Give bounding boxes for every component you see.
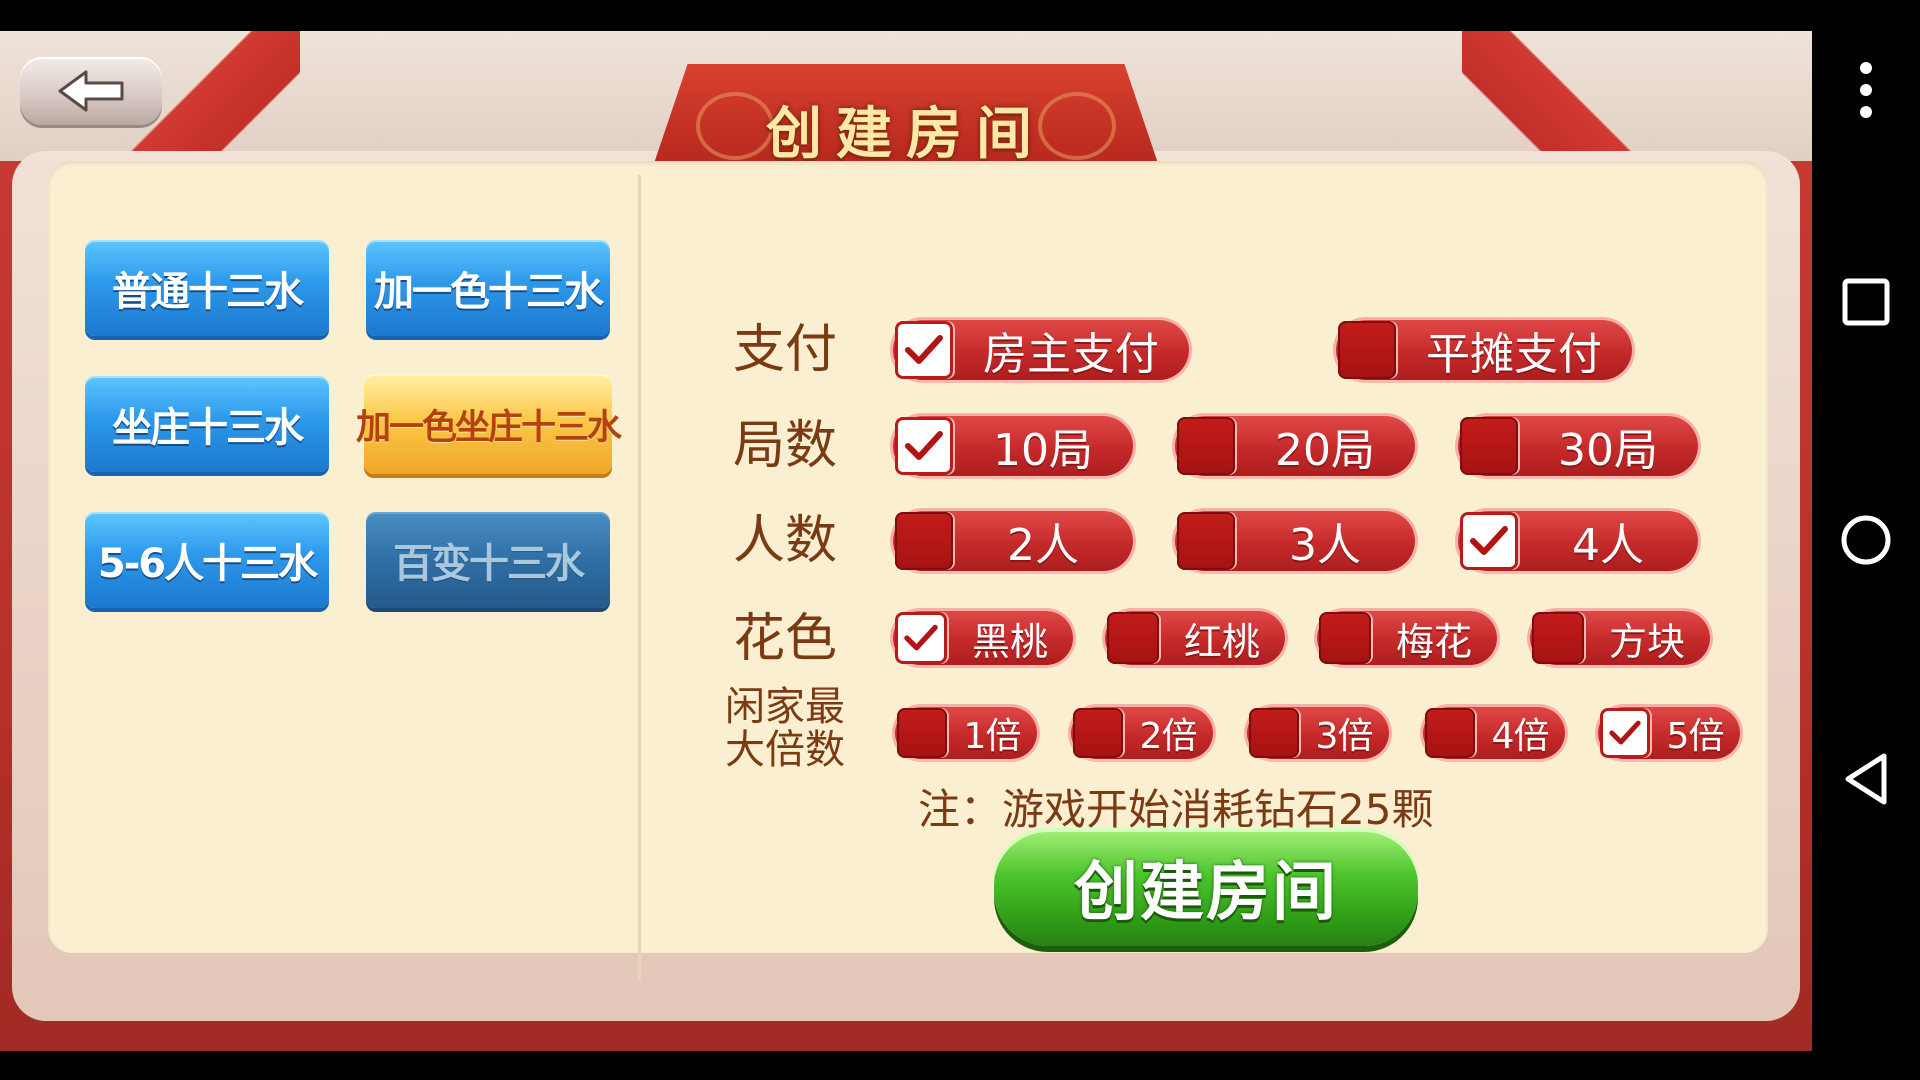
checkbox[interactable] [1425,708,1475,758]
checkbox[interactable] [1338,321,1396,379]
checkbox[interactable] [1177,417,1235,475]
multiplier-option-5[interactable]: 5倍 [1598,707,1740,759]
checkmark-icon [904,624,938,651]
option-label: 红桃 [1183,619,1260,664]
back-arrow-icon [58,70,124,112]
players-option-3[interactable]: 3人 [1175,511,1415,571]
back-icon[interactable] [1812,752,1920,806]
option-label: 4人 [1572,520,1644,571]
rounds-option-30[interactable]: 30局 [1458,416,1698,476]
checkbox[interactable] [1460,512,1518,570]
option-label: 1倍 [963,716,1022,757]
checkbox[interactable] [1460,417,1518,475]
multiplier-option-4[interactable]: 4倍 [1423,707,1565,759]
checkmark-icon [1609,720,1641,745]
home-icon[interactable] [1812,514,1920,566]
create-room-button[interactable]: 创建房间 [994,828,1418,946]
option-label: 2倍 [1139,716,1198,757]
option-label: 黑桃 [971,619,1048,664]
mode-button-normal[interactable]: 普通十三水 [85,240,329,336]
mode-button-5-6-players[interactable]: 5-6人十三水 [85,512,329,608]
more-vert-icon[interactable] [1812,60,1920,120]
option-label: 平摊支付 [1426,329,1602,380]
checkbox[interactable] [1600,708,1650,758]
multiplier-option-1[interactable]: 1倍 [895,707,1037,759]
mode-button-wildcard[interactable]: 百变十三水 [366,512,610,608]
mode-button-banker[interactable]: 坐庄十三水 [85,376,329,472]
mode-button-plus-one-color[interactable]: 加一色十三水 [366,240,610,336]
multiplier-option-2[interactable]: 2倍 [1071,707,1213,759]
multiplier-label-line1: 闲家最 [725,684,845,730]
suit-option-hearts[interactable]: 红桃 [1105,611,1285,665]
payment-option-owner[interactable]: 房主支付 [893,320,1189,380]
players-option-4[interactable]: 4人 [1458,511,1698,571]
checkbox[interactable] [1177,512,1235,570]
option-label: 方块 [1608,619,1685,664]
create-room-button-label: 创建房间 [1074,856,1338,930]
checkbox[interactable] [1073,708,1123,758]
option-label: 30局 [1558,425,1658,476]
rounds-option-20[interactable]: 20局 [1175,416,1415,476]
suit-option-clubs[interactable]: 梅花 [1317,611,1497,665]
option-label: 2人 [1007,520,1079,571]
option-label: 5倍 [1666,716,1725,757]
multiplier-label: 闲家最 大倍数 [705,684,865,774]
recent-apps-icon[interactable] [1812,278,1920,326]
option-label: 4倍 [1491,716,1550,757]
checkbox[interactable] [895,321,953,379]
checkbox[interactable] [897,708,947,758]
checkbox[interactable] [1107,612,1159,664]
ornament-right [1038,92,1116,160]
bottom-strip [0,1051,1812,1080]
multiplier-option-3[interactable]: 3倍 [1247,707,1389,759]
option-label: 3倍 [1315,716,1374,757]
panel-divider [638,175,641,981]
checkbox[interactable] [1249,708,1299,758]
checkbox[interactable] [895,612,947,664]
rounds-label: 局数 [732,416,837,476]
payment-option-split[interactable]: 平摊支付 [1336,320,1632,380]
suit-label: 花色 [732,609,837,669]
suit-option-diamonds[interactable]: 方块 [1530,611,1710,665]
suit-option-spades[interactable]: 黑桃 [893,611,1073,665]
checkbox[interactable] [1532,612,1584,664]
option-label: 3人 [1289,520,1361,571]
option-label: 梅花 [1395,619,1472,664]
page-title: 创建房间 [766,101,1046,167]
android-nav-bar [1812,0,1920,1080]
players-option-2[interactable]: 2人 [893,511,1133,571]
back-button[interactable] [20,57,162,125]
ornament-left [696,92,774,160]
option-label: 房主支付 [983,329,1159,380]
checkmark-icon [905,335,943,364]
players-label: 人数 [732,511,837,571]
rounds-option-10[interactable]: 10局 [893,416,1133,476]
checkmark-icon [1470,526,1508,555]
checkmark-icon [905,431,943,460]
multiplier-label-line2: 大倍数 [725,727,845,774]
option-label: 10局 [993,425,1093,476]
mode-button-plus-one-color-banker[interactable]: 加一色坐庄十三水 [356,374,622,474]
checkbox[interactable] [1319,612,1371,664]
checkbox[interactable] [895,417,953,475]
status-strip [0,0,1812,31]
payment-label: 支付 [732,320,837,380]
checkbox[interactable] [895,512,953,570]
option-label: 20局 [1275,425,1375,476]
